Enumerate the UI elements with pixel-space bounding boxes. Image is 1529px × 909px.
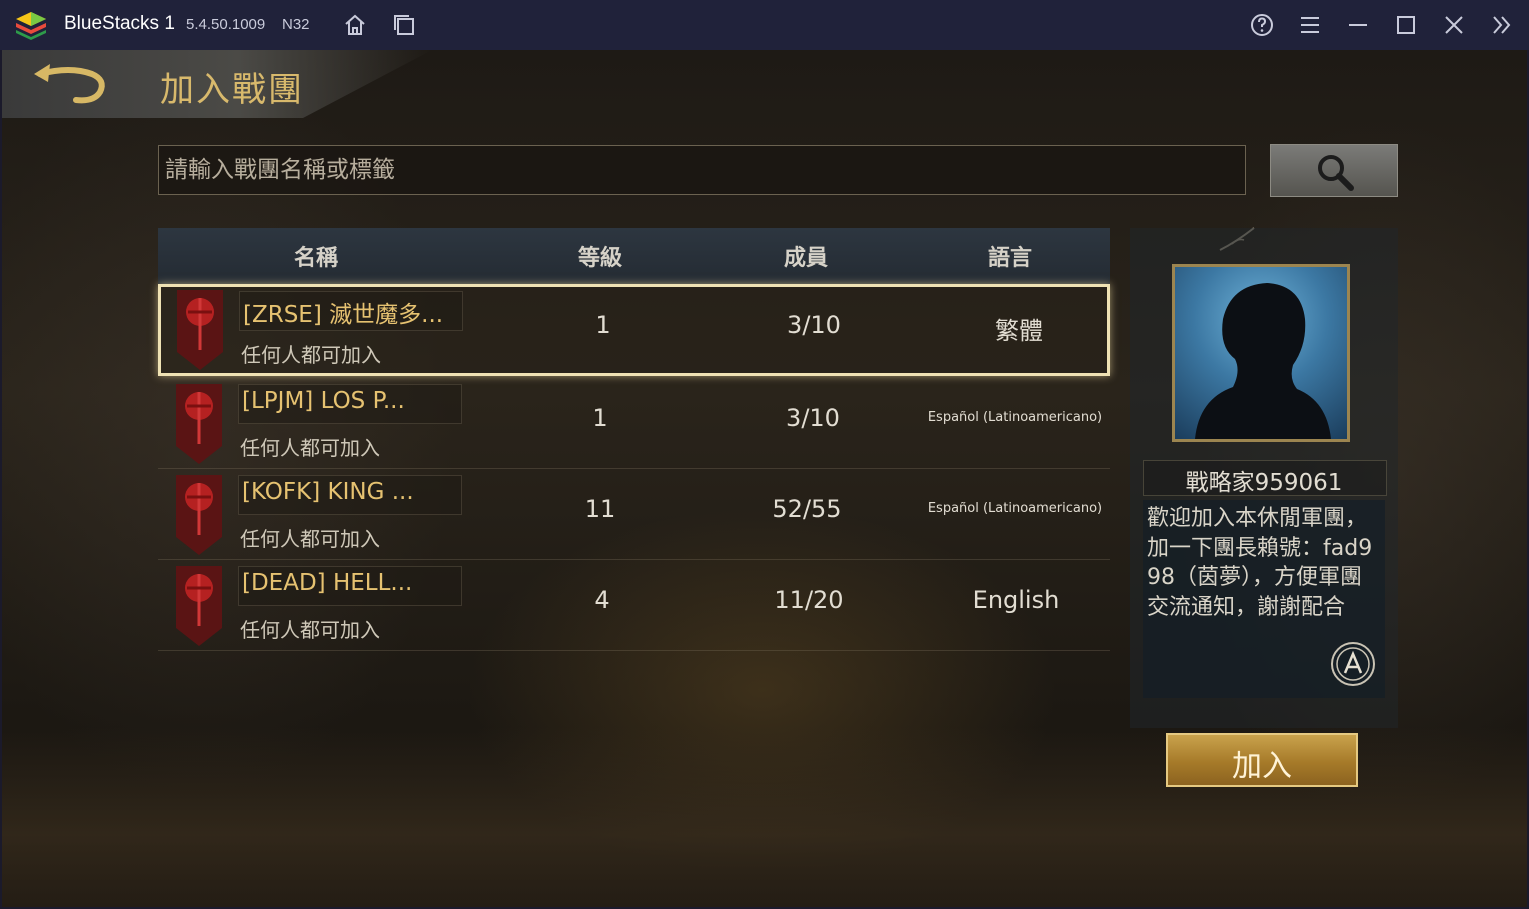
translate-icon[interactable] [1329,640,1377,688]
clan-level: 1 [595,311,611,339]
clan-emblem-icon [176,566,222,646]
table-row[interactable]: [KOFK] KING ... 任何人都可加入 11 52/55 Español… [158,469,1110,560]
join-button-label: 加入 [1232,749,1292,784]
multi-instance-icon[interactable] [391,12,417,38]
search-icon [1318,155,1354,191]
page-title: 加入戰團 [160,70,304,110]
clan-level: 4 [594,586,610,614]
app-build: N32 [282,16,310,33]
table-row[interactable]: [LPJM] LOS P... 任何人都可加入 1 3/10 Español (… [158,378,1110,469]
clan-level: 1 [592,404,608,432]
header-level: 等級 [577,246,622,271]
search-input[interactable] [158,145,1246,195]
home-icon[interactable] [342,12,368,38]
clan-language: Español (Latinoamericano) [927,501,1103,516]
header-language: 語言 [987,246,1032,271]
table-row[interactable]: [DEAD] HELL... 任何人都可加入 4 11/20 English [158,560,1110,651]
leader-name: 戰略家959061 [1185,470,1343,496]
clan-members: 52/55 [772,495,842,523]
maximize-icon[interactable] [1393,12,1419,38]
clan-level: 11 [584,495,616,523]
menu-icon[interactable] [1297,12,1323,38]
clan-language: Español (Latinoamericano) [927,410,1103,425]
clan-language: English [972,586,1060,614]
clan-table: 名稱 等級 成員 語言 [ZRSE] 滅世魔多... 任何人都可加入 1 3/1… [158,228,1110,651]
clan-language: 繁體 [995,317,1043,345]
leader-portrait [1172,264,1350,442]
clan-description: 歡迎加入本休閒軍團，加一下團長賴號：fad998（茵夢），方便軍團交流通知，謝謝… [1147,506,1373,620]
expand-sidebar-icon[interactable] [1489,12,1515,38]
table-row-selected[interactable]: [ZRSE] 滅世魔多... 任何人都可加入 1 3/10 繁體 [158,284,1110,376]
help-icon[interactable] [1249,12,1275,38]
clan-members: 11/20 [774,586,844,614]
clan-name: [LPJM] LOS P... [242,388,405,414]
join-button[interactable]: 加入 [1166,733,1358,787]
minimize-icon[interactable] [1345,12,1371,38]
back-button[interactable] [30,62,110,106]
clan-emblem-icon [176,384,222,464]
header-members: 成員 [783,246,828,271]
header-name: 名稱 [293,246,338,271]
clan-emblem-icon [176,475,222,555]
clan-join-policy: 任何人都可加入 [240,527,380,551]
clan-name: [ZRSE] 滅世魔多... [243,302,444,328]
app-version: 5.4.50.1009 [186,16,266,33]
bluestacks-logo-icon [16,12,46,40]
clan-join-policy: 任何人都可加入 [241,343,381,367]
table-header: 名稱 等級 成員 語言 [158,228,1110,284]
clan-members: 3/10 [787,311,841,339]
window-titlebar: BlueStacks 1 5.4.50.1009 N32 [0,0,1529,50]
clan-name: [KOFK] KING ... [242,479,414,505]
clan-name: [DEAD] HELL... [242,570,413,596]
clan-join-policy: 任何人都可加入 [240,436,380,460]
search-button[interactable] [1270,144,1398,197]
leader-silhouette-icon [1195,283,1331,439]
clan-members: 3/10 [786,404,840,432]
clan-emblem-icon [177,290,223,370]
app-name: BlueStacks 1 [64,13,175,34]
close-icon[interactable] [1441,12,1467,38]
clan-join-policy: 任何人都可加入 [240,618,380,642]
